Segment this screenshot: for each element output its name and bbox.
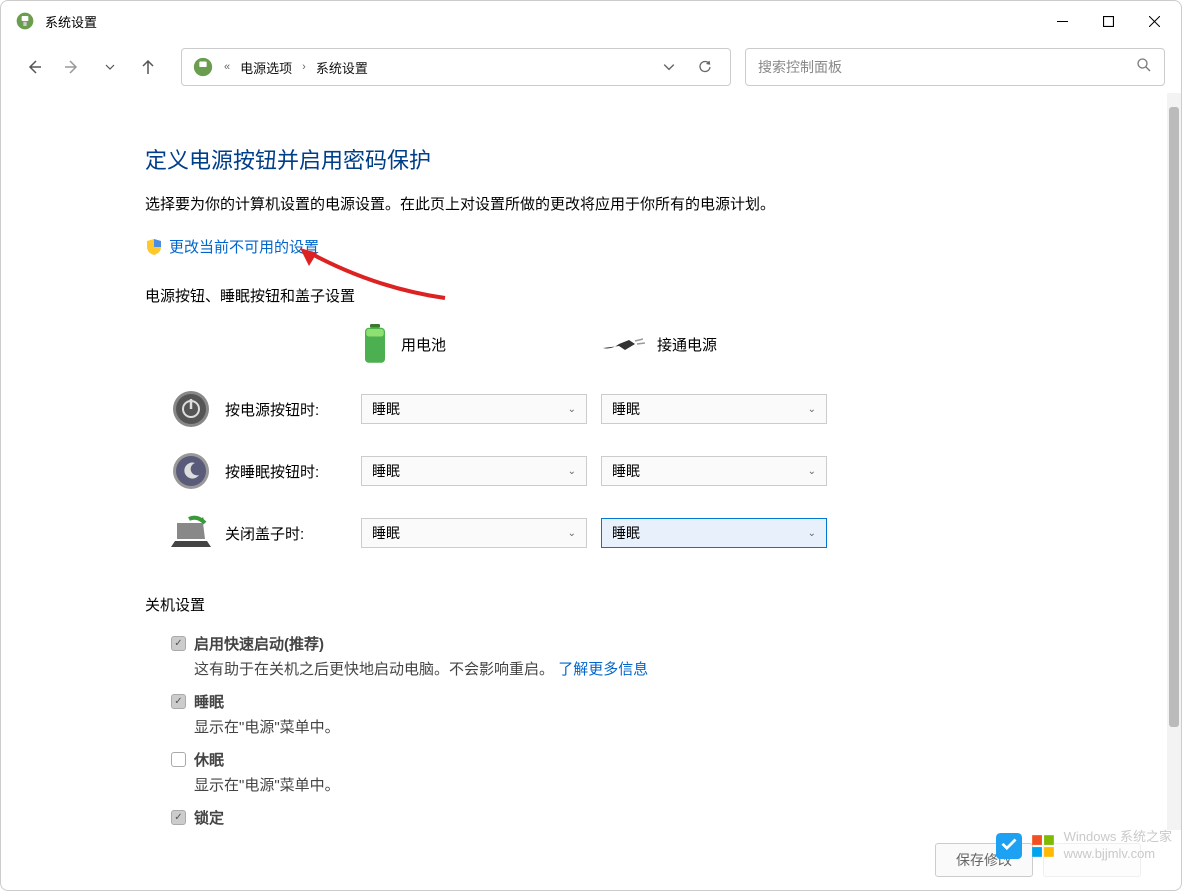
titlebar: 系统设置	[1, 1, 1181, 41]
window-title: 系统设置	[45, 12, 1039, 31]
hibernate-item: 休眠 显示在"电源"菜单中。	[171, 749, 1127, 795]
learn-more-link[interactable]: 了解更多信息	[558, 661, 648, 678]
plugged-header: 接通电源	[601, 324, 841, 364]
battery-label: 用电池	[401, 334, 446, 355]
sleep-button-battery-select[interactable]: 睡眠⌄	[361, 456, 587, 486]
scrollbar-thumb[interactable]	[1169, 107, 1179, 727]
lock-label: 锁定	[194, 807, 1127, 828]
watermark-line1: Windows 系统之家	[1064, 829, 1172, 846]
battery-icon	[361, 324, 389, 364]
watermark-line2: www.bjjmlv.com	[1064, 846, 1172, 863]
sleep-label: 睡眠	[194, 691, 1127, 712]
refresh-button[interactable]	[690, 52, 720, 82]
plugged-label: 接通电源	[657, 334, 717, 355]
power-button-icon	[169, 387, 213, 431]
breadcrumb-segment[interactable]: 电源选项	[240, 58, 292, 77]
watermark: Windows 系统之家 www.bjjmlv.com	[996, 829, 1172, 863]
up-button[interactable]	[131, 50, 165, 84]
search-icon[interactable]	[1136, 57, 1152, 78]
navbar: « 电源选项 › 系统设置	[1, 41, 1181, 93]
laptop-lid-icon	[169, 511, 213, 555]
address-bar[interactable]: « 电源选项 › 系统设置	[181, 48, 731, 86]
close-lid-row: 关闭盖子时: 睡眠⌄ 睡眠⌄	[169, 502, 1127, 564]
breadcrumb-segment[interactable]: 系统设置	[316, 58, 368, 77]
power-button-plugged-select[interactable]: 睡眠⌄	[601, 394, 827, 424]
chevron-down-icon: ⌄	[568, 466, 576, 477]
battery-header: 用电池	[361, 324, 601, 364]
power-button-label: 按电源按钮时:	[225, 399, 361, 420]
section-shutdown-title: 关机设置	[145, 594, 1127, 615]
change-unavailable-settings-link[interactable]: 更改当前不可用的设置	[169, 236, 319, 257]
sleep-button-icon	[169, 449, 213, 493]
close-lid-label: 关闭盖子时:	[225, 523, 361, 544]
chevron-down-icon: ⌄	[568, 404, 576, 415]
scrollbar[interactable]	[1167, 93, 1181, 830]
page-title: 定义电源按钮并启用密码保护	[145, 143, 1127, 175]
watermark-logo-1	[996, 833, 1022, 859]
app-icon	[15, 11, 35, 31]
chevron-right-icon: ›	[298, 61, 310, 73]
chevron-down-icon: ⌄	[808, 466, 816, 477]
close-lid-plugged-select[interactable]: 睡眠⌄	[601, 518, 827, 548]
fast-startup-label: 启用快速启动(推荐)	[194, 633, 1127, 654]
fast-startup-checkbox[interactable]	[171, 636, 186, 651]
hibernate-checkbox[interactable]	[171, 752, 186, 767]
address-dropdown[interactable]	[654, 52, 684, 82]
sleep-button-label: 按睡眠按钮时:	[225, 461, 361, 482]
recent-dropdown[interactable]	[93, 50, 127, 84]
hibernate-label: 休眠	[194, 749, 1127, 770]
forward-button[interactable]	[55, 50, 89, 84]
chevron-down-icon: ⌄	[568, 528, 576, 539]
sleep-item: 睡眠 显示在"电源"菜单中。	[171, 691, 1127, 737]
window: 系统设置 « 电源选项 ›	[0, 0, 1182, 891]
address-icon	[192, 56, 214, 78]
sleep-button-row: 按睡眠按钮时: 睡眠⌄ 睡眠⌄	[169, 440, 1127, 502]
watermark-logo-2	[1030, 833, 1056, 859]
maximize-button[interactable]	[1085, 3, 1131, 39]
close-lid-battery-select[interactable]: 睡眠⌄	[361, 518, 587, 548]
lock-checkbox[interactable]	[171, 810, 186, 825]
search-bar	[745, 48, 1165, 86]
page-description: 选择要为你的计算机设置的电源设置。在此页上对设置所做的更改将应用于你所有的电源计…	[145, 193, 1127, 214]
back-button[interactable]	[17, 50, 51, 84]
sleep-checkbox[interactable]	[171, 694, 186, 709]
fast-startup-item: 启用快速启动(推荐) 这有助于在关机之后更快地启动电脑。不会影响重启。 了解更多…	[171, 633, 1127, 679]
sleep-desc: 显示在"电源"菜单中。	[194, 716, 1127, 737]
content-area: 定义电源按钮并启用密码保护 选择要为你的计算机设置的电源设置。在此页上对设置所做…	[1, 93, 1167, 830]
chevron-icon: «	[220, 61, 234, 73]
plug-icon	[601, 334, 645, 354]
power-button-row: 按电源按钮时: 睡眠⌄ 睡眠⌄	[169, 378, 1127, 440]
close-button[interactable]	[1131, 3, 1177, 39]
chevron-down-icon: ⌄	[808, 404, 816, 415]
section-power-title: 电源按钮、睡眠按钮和盖子设置	[145, 285, 1127, 306]
sleep-button-plugged-select[interactable]: 睡眠⌄	[601, 456, 827, 486]
fast-startup-desc: 这有助于在关机之后更快地启动电脑。不会影响重启。 了解更多信息	[194, 658, 1127, 679]
lock-item: 锁定	[171, 807, 1127, 828]
search-input[interactable]	[758, 59, 1136, 75]
minimize-button[interactable]	[1039, 3, 1085, 39]
power-button-battery-select[interactable]: 睡眠⌄	[361, 394, 587, 424]
chevron-down-icon: ⌄	[808, 528, 816, 539]
shield-icon	[145, 238, 163, 256]
hibernate-desc: 显示在"电源"菜单中。	[194, 774, 1127, 795]
